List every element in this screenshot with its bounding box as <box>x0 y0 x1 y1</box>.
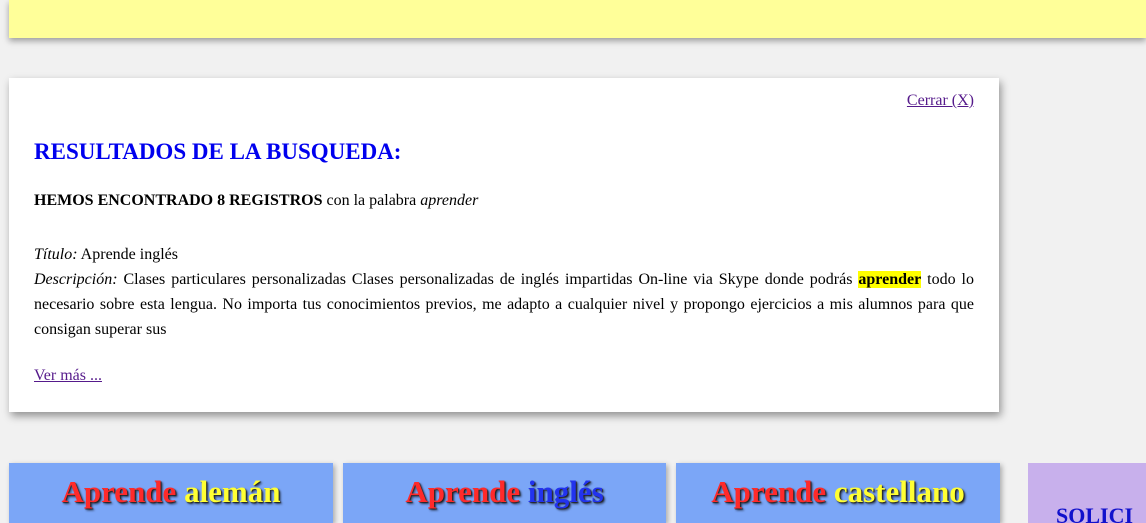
course-card-aleman-language: alemán <box>184 474 281 509</box>
top-banner <box>9 0 1146 38</box>
close-link[interactable]: Cerrar (X) <box>907 92 974 110</box>
record-keyword-highlight: aprender <box>858 271 922 288</box>
course-card-castellano-language: castellano <box>833 474 965 509</box>
course-card-castellano[interactable]: Aprende castellano <box>676 463 1000 523</box>
solicit-card-label: SOLICI <box>1056 503 1134 523</box>
course-card-ingles-verb: Aprende <box>405 474 521 509</box>
course-card-aleman-verb: Aprende <box>61 474 177 509</box>
record-title-value: Aprende inglés <box>77 246 178 263</box>
solicit-card[interactable]: SOLICI <box>1028 463 1146 523</box>
results-count-text: con la palabra <box>322 192 421 209</box>
search-results-panel: Cerrar (X) RESULTADOS DE LA BUSQUEDA: HE… <box>9 78 999 412</box>
results-count: HEMOS ENCONTRADO 8 REGISTROS <box>34 192 323 209</box>
search-keyword: aprender <box>420 192 479 209</box>
course-card-ingles-language: inglés <box>527 474 604 509</box>
results-title: RESULTADOS DE LA BUSQUEDA: <box>34 139 402 164</box>
record-description-text-start: Clases particulares personalizadas Clase… <box>117 271 859 288</box>
course-card-castellano-verb: Aprende <box>711 474 827 509</box>
record-title-label: Título: <box>34 246 78 263</box>
course-card-aleman[interactable]: Aprende alemán <box>9 463 333 523</box>
record-title-line: Título: Aprende inglés <box>34 242 974 267</box>
record-description-label: Descripción: <box>34 271 118 288</box>
results-count-line: HEMOS ENCONTRADO 8 REGISTROS con la pala… <box>34 192 478 210</box>
record-description: Descripción: Clases particulares persona… <box>34 267 974 342</box>
result-record: Título: Aprende inglés Descripción: Clas… <box>34 242 974 342</box>
course-card-ingles[interactable]: Aprende inglés <box>343 463 666 523</box>
see-more-link[interactable]: Ver más ... <box>34 367 102 385</box>
